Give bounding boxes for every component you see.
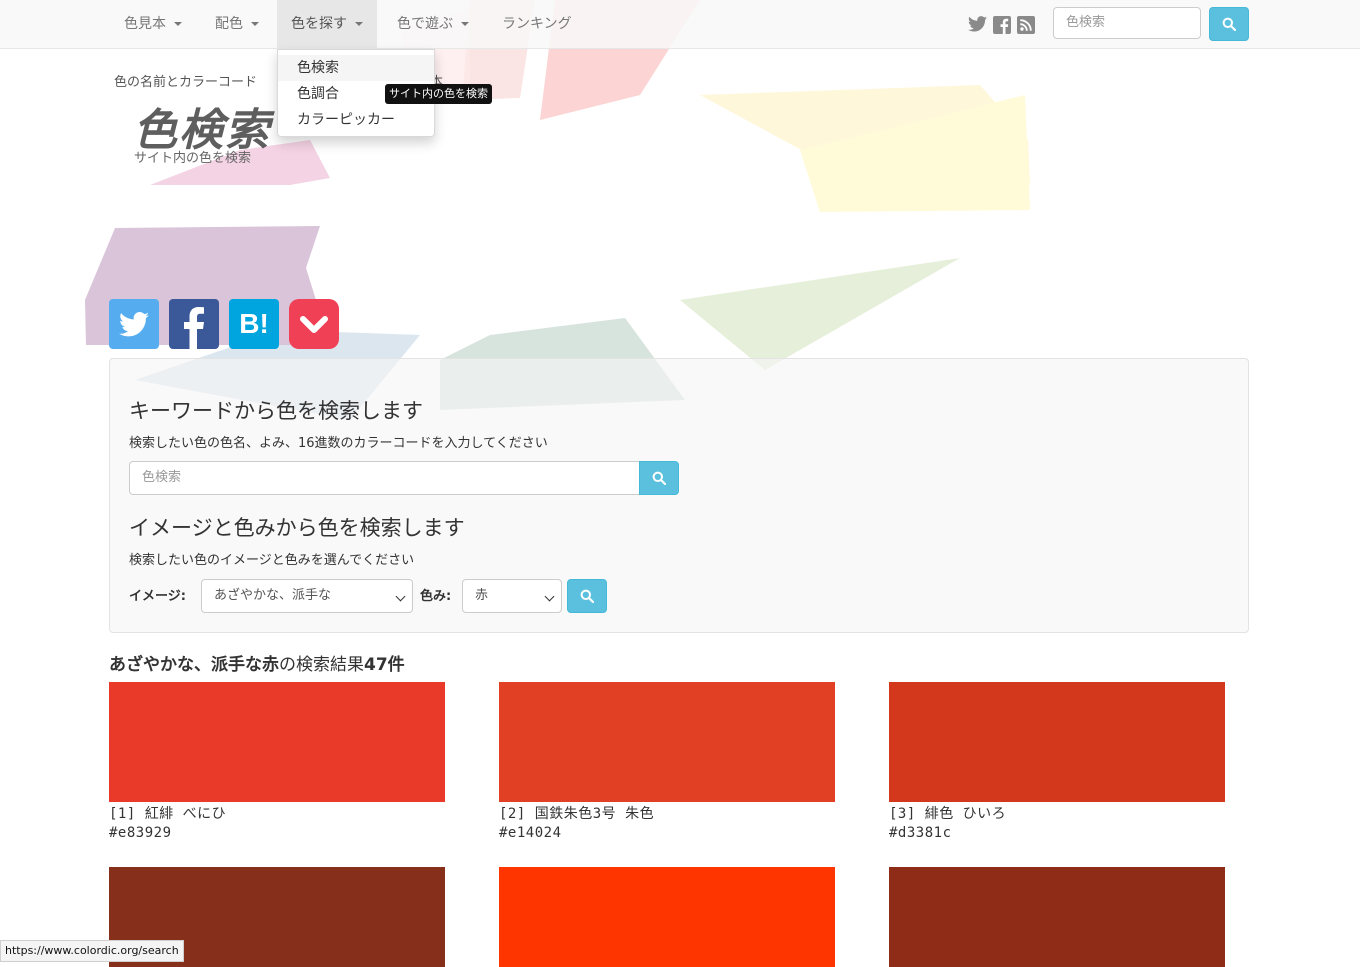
nav-label: ランキング xyxy=(502,16,572,32)
color-swatch[interactable] xyxy=(109,682,445,802)
keyword-search-help: 検索したい色の色名、よみ、16進数のカラーコードを入力してください xyxy=(129,436,548,451)
twitter-icon[interactable] xyxy=(968,16,987,32)
status-bar-url: https://www.colordic.org/search xyxy=(0,940,184,962)
color-card[interactable]: [3] 緋色 ひいろ #d3381c xyxy=(889,682,1225,841)
keyword-search-button[interactable] xyxy=(639,461,679,495)
color-card[interactable]: [2] 国鉄朱色3号 朱色 #e14024 xyxy=(499,682,835,841)
keyword-search-input[interactable]: 色検索 xyxy=(129,461,641,495)
nav-search-button[interactable] xyxy=(1209,7,1249,41)
hue-select-label: 色み: xyxy=(420,589,452,604)
hue-select[interactable]: 赤 xyxy=(462,579,562,613)
nav-item-color-samples[interactable]: 色見本 xyxy=(124,0,182,48)
chevron-down-icon xyxy=(395,591,406,602)
color-swatch[interactable] xyxy=(499,682,835,802)
search-panel: キーワードから色を検索します 検索したい色の色名、よみ、16進数のカラーコードを… xyxy=(109,358,1249,633)
search-placeholder: 色検索 xyxy=(142,470,182,485)
color-hex: #e83929 xyxy=(109,825,172,841)
image-search-help: 検索したい色のイメージと色みを選んでください xyxy=(129,553,415,568)
results-title: あざやかな、派手な赤の検索結果47件 xyxy=(109,650,405,675)
results-suffix: の検索結果 xyxy=(279,655,364,675)
results-hue: 赤 xyxy=(262,655,279,675)
facebook-icon[interactable] xyxy=(993,16,1011,34)
search-icon xyxy=(652,471,666,485)
pocket-icon xyxy=(300,316,328,333)
nav-search-input[interactable]: 色検索 xyxy=(1053,7,1201,39)
caret-down-icon xyxy=(355,22,363,26)
dropdown-item-color-search[interactable]: 色検索 xyxy=(278,55,434,81)
caret-down-icon xyxy=(461,22,469,26)
share-hatena-button[interactable]: B! xyxy=(229,299,279,349)
search-placeholder: 色検索 xyxy=(1066,15,1106,30)
facebook-icon xyxy=(184,307,204,349)
caret-down-icon xyxy=(174,22,182,26)
tooltip: サイト内の色を検索 xyxy=(385,84,492,104)
dropdown-item-color-picker[interactable]: カラーピッカー xyxy=(278,107,434,133)
nav-label: 色を探す xyxy=(291,16,347,32)
hue-select-value: 赤 xyxy=(475,588,489,603)
results-image: あざやかな、派手な xyxy=(109,655,262,675)
image-search-button[interactable] xyxy=(567,579,607,613)
nav-item-color-schemes[interactable]: 配色 xyxy=(215,0,259,48)
results-count: 47件 xyxy=(364,655,405,675)
color-name[interactable]: [2] 国鉄朱色3号 朱色 xyxy=(499,803,835,823)
image-select-value: あざやかな、派手な xyxy=(214,588,332,603)
rss-icon[interactable] xyxy=(1017,16,1035,34)
logo-subtitle: サイト内の色を検索 xyxy=(134,151,252,166)
chevron-down-icon xyxy=(544,591,555,602)
caret-down-icon xyxy=(251,22,259,26)
nav-item-ranking[interactable]: ランキング xyxy=(502,0,572,48)
color-name[interactable]: [3] 緋色 ひいろ xyxy=(889,803,1225,823)
hatena-icon: B! xyxy=(239,308,269,339)
share-facebook-button[interactable] xyxy=(169,299,219,349)
nav-label: 色で遊ぶ xyxy=(397,16,453,32)
keyword-search-title: キーワードから色を検索します xyxy=(129,399,423,423)
nav-label: 配色 xyxy=(215,16,243,32)
color-name[interactable]: [1] 紅緋 べにひ xyxy=(109,803,445,823)
image-search-title: イメージと色みから色を検索します xyxy=(129,516,465,540)
color-hex: #e14024 xyxy=(499,825,562,841)
twitter-icon xyxy=(119,312,149,337)
color-card[interactable]: [1] 紅緋 べにひ #e83929 xyxy=(109,682,445,841)
image-select-label: イメージ: xyxy=(129,589,186,604)
nav-label: 色見本 xyxy=(124,16,166,32)
nav-item-find-colors[interactable]: 色を探す xyxy=(277,0,377,48)
site-tagline: 色の名前とカラーコード xyxy=(114,75,258,90)
color-swatch-row2[interactable] xyxy=(499,867,835,967)
color-swatch[interactable] xyxy=(889,682,1225,802)
share-twitter-button[interactable] xyxy=(109,299,159,349)
nav-item-play-with-colors[interactable]: 色で遊ぶ xyxy=(397,0,469,48)
image-select[interactable]: あざやかな、派手な xyxy=(201,579,413,613)
search-icon xyxy=(1222,17,1236,31)
share-pocket-button[interactable] xyxy=(289,299,339,349)
search-icon xyxy=(580,589,594,603)
top-navbar: 色見本 配色 色を探す 色で遊ぶ ランキング 色検索 xyxy=(0,0,1360,49)
color-hex: #d3381c xyxy=(889,825,952,841)
color-swatch-row2[interactable] xyxy=(889,867,1225,967)
